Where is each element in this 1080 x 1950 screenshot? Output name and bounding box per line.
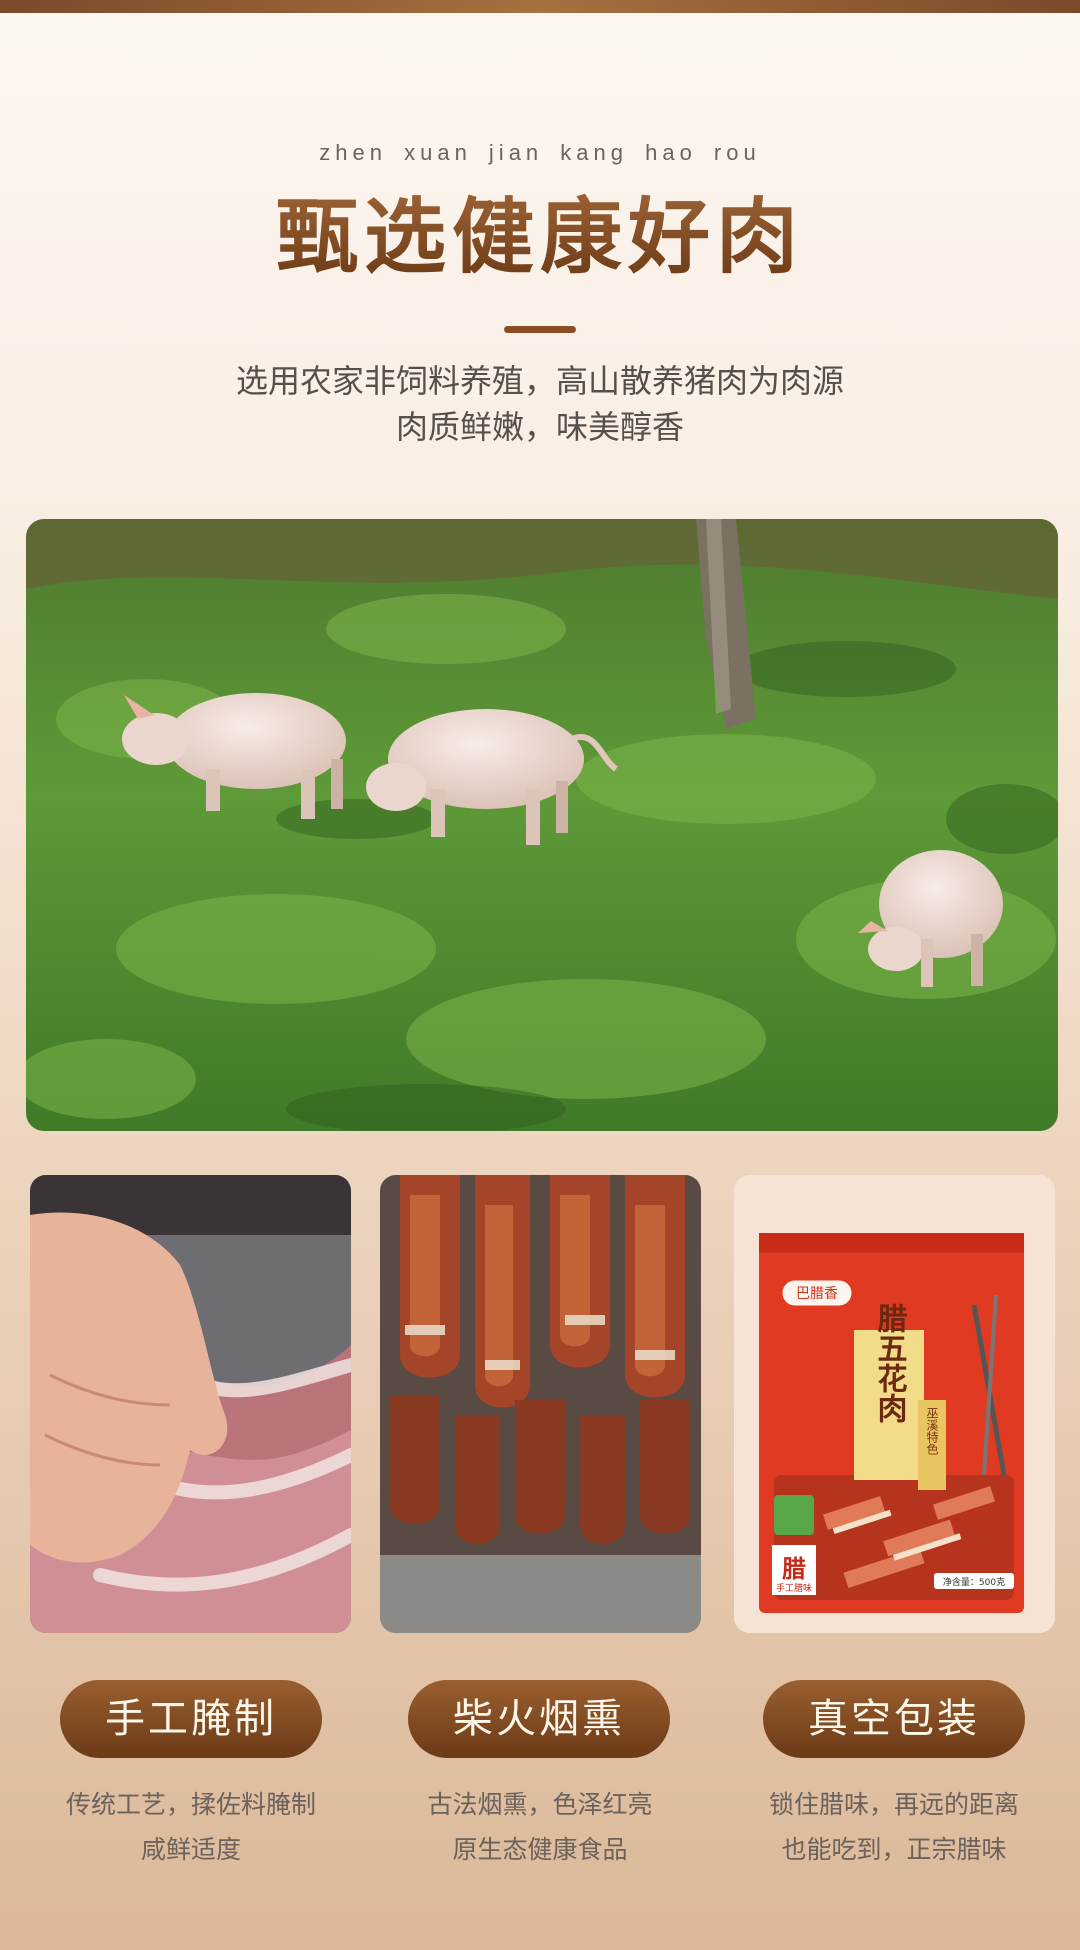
feature-desc-line-1: 传统工艺，揉佐料腌制 xyxy=(65,1790,316,1819)
package-badge-sub: 手工腊味 xyxy=(776,1582,812,1594)
hero-pigs-photo xyxy=(26,519,1058,1131)
page-title: 甄选健康好肉 xyxy=(0,170,1080,289)
feature-desc-line-1: 锁住腊味，再远的距离 xyxy=(768,1790,1019,1819)
feature-desc-line-2: 原生态健康食品 xyxy=(452,1835,628,1864)
title-pinyin: zhen xuan jian kang hao rou xyxy=(319,140,761,165)
feature-image-hand-curing xyxy=(30,1175,351,1633)
top-decorative-bar xyxy=(0,0,1080,13)
feature-desc-line-2: 也能吃到，正宗腊味 xyxy=(781,1835,1007,1864)
feature-desc-line-1: 古法烟熏，色泽红亮 xyxy=(427,1790,653,1819)
package-tag: 巫溪特色 xyxy=(925,1407,939,1455)
package-weight: 净含量：500克 xyxy=(943,1576,1005,1588)
feature-desc-hand-curing: 传统工艺，揉佐料腌制 咸鲜适度 xyxy=(21,1782,361,1872)
feature-image-smoked-meat xyxy=(380,1175,701,1633)
title-divider xyxy=(504,326,576,333)
feature-image-package: 巴腊香 腊五花肉 巫溪特色 腊 手工腊味 净含量：500克 xyxy=(734,1175,1055,1633)
feature-label-smoking: 柴火烟熏 xyxy=(408,1680,670,1758)
package-product-name: 腊五花肉 xyxy=(872,1303,908,1423)
package-badge: 腊 xyxy=(781,1554,806,1583)
feature-desc-vacuum: 锁住腊味，再远的距离 也能吃到，正宗腊味 xyxy=(724,1782,1064,1872)
feature-desc-line-2: 咸鲜适度 xyxy=(140,1835,241,1864)
feature-desc-smoking: 古法烟熏，色泽红亮 原生态健康食品 xyxy=(370,1782,710,1872)
subtitle-line-1: 选用农家非饲料养殖，高山散养猪肉为肉源 xyxy=(235,362,844,400)
package-brand: 巴腊香 xyxy=(796,1286,838,1302)
feature-label-hand-curing: 手工腌制 xyxy=(60,1680,322,1758)
subtitle-line-2: 肉质鲜嫩，味美醇香 xyxy=(395,408,684,446)
feature-label-vacuum: 真空包装 xyxy=(763,1680,1025,1758)
page-subtitle: 选用农家非饲料养殖，高山散养猪肉为肉源 肉质鲜嫩，味美醇香 xyxy=(0,358,1080,450)
